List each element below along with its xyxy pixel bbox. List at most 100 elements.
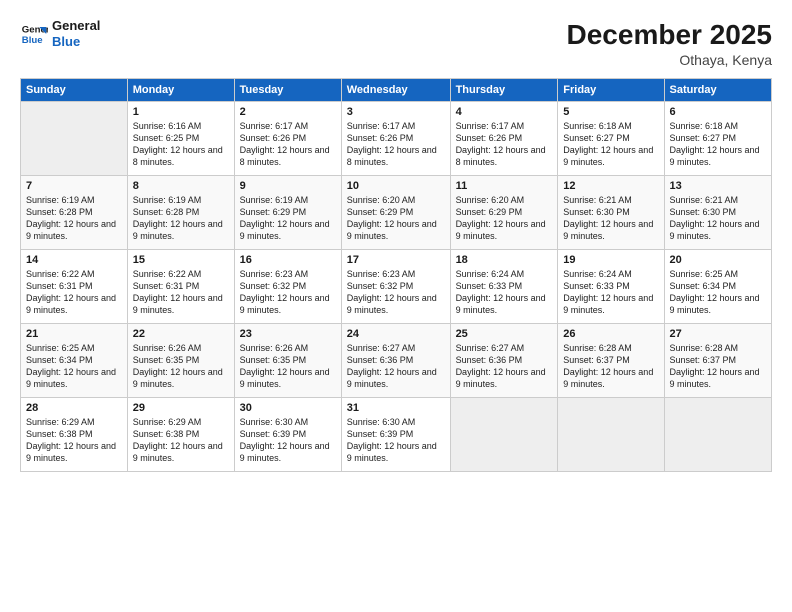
calendar-week-row: 7 Sunrise: 6:19 AMSunset: 6:28 PMDayligh… <box>21 175 772 249</box>
day-number: 22 <box>133 328 229 340</box>
cell-info: Sunrise: 6:26 AMSunset: 6:35 PMDaylight:… <box>240 342 336 391</box>
col-sunday: Sunday <box>21 78 128 101</box>
day-number: 14 <box>26 254 122 266</box>
cell-info: Sunrise: 6:17 AMSunset: 6:26 PMDaylight:… <box>347 120 445 169</box>
table-row: 11 Sunrise: 6:20 AMSunset: 6:29 PMDaylig… <box>450 175 558 249</box>
table-row: 27 Sunrise: 6:28 AMSunset: 6:37 PMDaylig… <box>664 323 772 397</box>
calendar-week-row: 28 Sunrise: 6:29 AMSunset: 6:38 PMDaylig… <box>21 397 772 471</box>
calendar-week-row: 14 Sunrise: 6:22 AMSunset: 6:31 PMDaylig… <box>21 249 772 323</box>
cell-info: Sunrise: 6:25 AMSunset: 6:34 PMDaylight:… <box>26 342 122 391</box>
logo: General Blue General Blue <box>20 18 100 49</box>
day-number: 15 <box>133 254 229 266</box>
table-row: 8 Sunrise: 6:19 AMSunset: 6:28 PMDayligh… <box>127 175 234 249</box>
cell-info: Sunrise: 6:20 AMSunset: 6:29 PMDaylight:… <box>347 194 445 243</box>
cell-info: Sunrise: 6:24 AMSunset: 6:33 PMDaylight:… <box>563 268 658 317</box>
table-row: 28 Sunrise: 6:29 AMSunset: 6:38 PMDaylig… <box>21 397 128 471</box>
day-number: 31 <box>347 402 445 414</box>
cell-info: Sunrise: 6:24 AMSunset: 6:33 PMDaylight:… <box>456 268 553 317</box>
logo-icon: General Blue <box>20 20 48 48</box>
cell-info: Sunrise: 6:18 AMSunset: 6:27 PMDaylight:… <box>563 120 658 169</box>
col-saturday: Saturday <box>664 78 772 101</box>
day-number: 23 <box>240 328 336 340</box>
table-row: 24 Sunrise: 6:27 AMSunset: 6:36 PMDaylig… <box>341 323 450 397</box>
table-row: 20 Sunrise: 6:25 AMSunset: 6:34 PMDaylig… <box>664 249 772 323</box>
day-number: 20 <box>670 254 767 266</box>
cell-info: Sunrise: 6:22 AMSunset: 6:31 PMDaylight:… <box>133 268 229 317</box>
cell-info: Sunrise: 6:17 AMSunset: 6:26 PMDaylight:… <box>456 120 553 169</box>
cell-info: Sunrise: 6:16 AMSunset: 6:25 PMDaylight:… <box>133 120 229 169</box>
table-row <box>558 397 664 471</box>
cell-info: Sunrise: 6:28 AMSunset: 6:37 PMDaylight:… <box>563 342 658 391</box>
cell-info: Sunrise: 6:30 AMSunset: 6:39 PMDaylight:… <box>347 416 445 465</box>
day-number: 3 <box>347 106 445 118</box>
cell-info: Sunrise: 6:23 AMSunset: 6:32 PMDaylight:… <box>347 268 445 317</box>
cell-info: Sunrise: 6:17 AMSunset: 6:26 PMDaylight:… <box>240 120 336 169</box>
cell-info: Sunrise: 6:18 AMSunset: 6:27 PMDaylight:… <box>670 120 767 169</box>
table-row: 10 Sunrise: 6:20 AMSunset: 6:29 PMDaylig… <box>341 175 450 249</box>
calendar-header-row: Sunday Monday Tuesday Wednesday Thursday… <box>21 78 772 101</box>
table-row: 30 Sunrise: 6:30 AMSunset: 6:39 PMDaylig… <box>234 397 341 471</box>
table-row: 13 Sunrise: 6:21 AMSunset: 6:30 PMDaylig… <box>664 175 772 249</box>
day-number: 2 <box>240 106 336 118</box>
col-thursday: Thursday <box>450 78 558 101</box>
cell-info: Sunrise: 6:19 AMSunset: 6:28 PMDaylight:… <box>26 194 122 243</box>
cell-info: Sunrise: 6:19 AMSunset: 6:29 PMDaylight:… <box>240 194 336 243</box>
table-row: 19 Sunrise: 6:24 AMSunset: 6:33 PMDaylig… <box>558 249 664 323</box>
day-number: 8 <box>133 180 229 192</box>
day-number: 30 <box>240 402 336 414</box>
cell-info: Sunrise: 6:21 AMSunset: 6:30 PMDaylight:… <box>670 194 767 243</box>
table-row: 3 Sunrise: 6:17 AMSunset: 6:26 PMDayligh… <box>341 101 450 175</box>
day-number: 4 <box>456 106 553 118</box>
day-number: 26 <box>563 328 658 340</box>
cell-info: Sunrise: 6:30 AMSunset: 6:39 PMDaylight:… <box>240 416 336 465</box>
day-number: 9 <box>240 180 336 192</box>
table-row: 29 Sunrise: 6:29 AMSunset: 6:38 PMDaylig… <box>127 397 234 471</box>
svg-text:Blue: Blue <box>22 34 43 45</box>
day-number: 21 <box>26 328 122 340</box>
cell-info: Sunrise: 6:27 AMSunset: 6:36 PMDaylight:… <box>456 342 553 391</box>
day-number: 10 <box>347 180 445 192</box>
calendar-table: Sunday Monday Tuesday Wednesday Thursday… <box>20 78 772 472</box>
table-row: 16 Sunrise: 6:23 AMSunset: 6:32 PMDaylig… <box>234 249 341 323</box>
table-row <box>21 101 128 175</box>
col-friday: Friday <box>558 78 664 101</box>
cell-info: Sunrise: 6:23 AMSunset: 6:32 PMDaylight:… <box>240 268 336 317</box>
table-row: 6 Sunrise: 6:18 AMSunset: 6:27 PMDayligh… <box>664 101 772 175</box>
table-row: 2 Sunrise: 6:17 AMSunset: 6:26 PMDayligh… <box>234 101 341 175</box>
cell-info: Sunrise: 6:22 AMSunset: 6:31 PMDaylight:… <box>26 268 122 317</box>
table-row: 18 Sunrise: 6:24 AMSunset: 6:33 PMDaylig… <box>450 249 558 323</box>
col-tuesday: Tuesday <box>234 78 341 101</box>
day-number: 12 <box>563 180 658 192</box>
location-subtitle: Othaya, Kenya <box>567 52 772 68</box>
cell-info: Sunrise: 6:29 AMSunset: 6:38 PMDaylight:… <box>133 416 229 465</box>
calendar-week-row: 1 Sunrise: 6:16 AMSunset: 6:25 PMDayligh… <box>21 101 772 175</box>
day-number: 5 <box>563 106 658 118</box>
title-block: December 2025 Othaya, Kenya <box>567 18 772 68</box>
cell-info: Sunrise: 6:27 AMSunset: 6:36 PMDaylight:… <box>347 342 445 391</box>
cell-info: Sunrise: 6:20 AMSunset: 6:29 PMDaylight:… <box>456 194 553 243</box>
day-number: 11 <box>456 180 553 192</box>
day-number: 16 <box>240 254 336 266</box>
day-number: 6 <box>670 106 767 118</box>
table-row <box>450 397 558 471</box>
table-row: 14 Sunrise: 6:22 AMSunset: 6:31 PMDaylig… <box>21 249 128 323</box>
table-row: 5 Sunrise: 6:18 AMSunset: 6:27 PMDayligh… <box>558 101 664 175</box>
month-title: December 2025 <box>567 18 772 52</box>
table-row <box>664 397 772 471</box>
table-row: 17 Sunrise: 6:23 AMSunset: 6:32 PMDaylig… <box>341 249 450 323</box>
calendar-week-row: 21 Sunrise: 6:25 AMSunset: 6:34 PMDaylig… <box>21 323 772 397</box>
day-number: 1 <box>133 106 229 118</box>
table-row: 12 Sunrise: 6:21 AMSunset: 6:30 PMDaylig… <box>558 175 664 249</box>
table-row: 4 Sunrise: 6:17 AMSunset: 6:26 PMDayligh… <box>450 101 558 175</box>
table-row: 21 Sunrise: 6:25 AMSunset: 6:34 PMDaylig… <box>21 323 128 397</box>
page-header: General Blue General Blue December 2025 … <box>20 18 772 68</box>
day-number: 27 <box>670 328 767 340</box>
cell-info: Sunrise: 6:19 AMSunset: 6:28 PMDaylight:… <box>133 194 229 243</box>
table-row: 26 Sunrise: 6:28 AMSunset: 6:37 PMDaylig… <box>558 323 664 397</box>
cell-info: Sunrise: 6:26 AMSunset: 6:35 PMDaylight:… <box>133 342 229 391</box>
day-number: 18 <box>456 254 553 266</box>
table-row: 7 Sunrise: 6:19 AMSunset: 6:28 PMDayligh… <box>21 175 128 249</box>
day-number: 13 <box>670 180 767 192</box>
table-row: 1 Sunrise: 6:16 AMSunset: 6:25 PMDayligh… <box>127 101 234 175</box>
table-row: 22 Sunrise: 6:26 AMSunset: 6:35 PMDaylig… <box>127 323 234 397</box>
